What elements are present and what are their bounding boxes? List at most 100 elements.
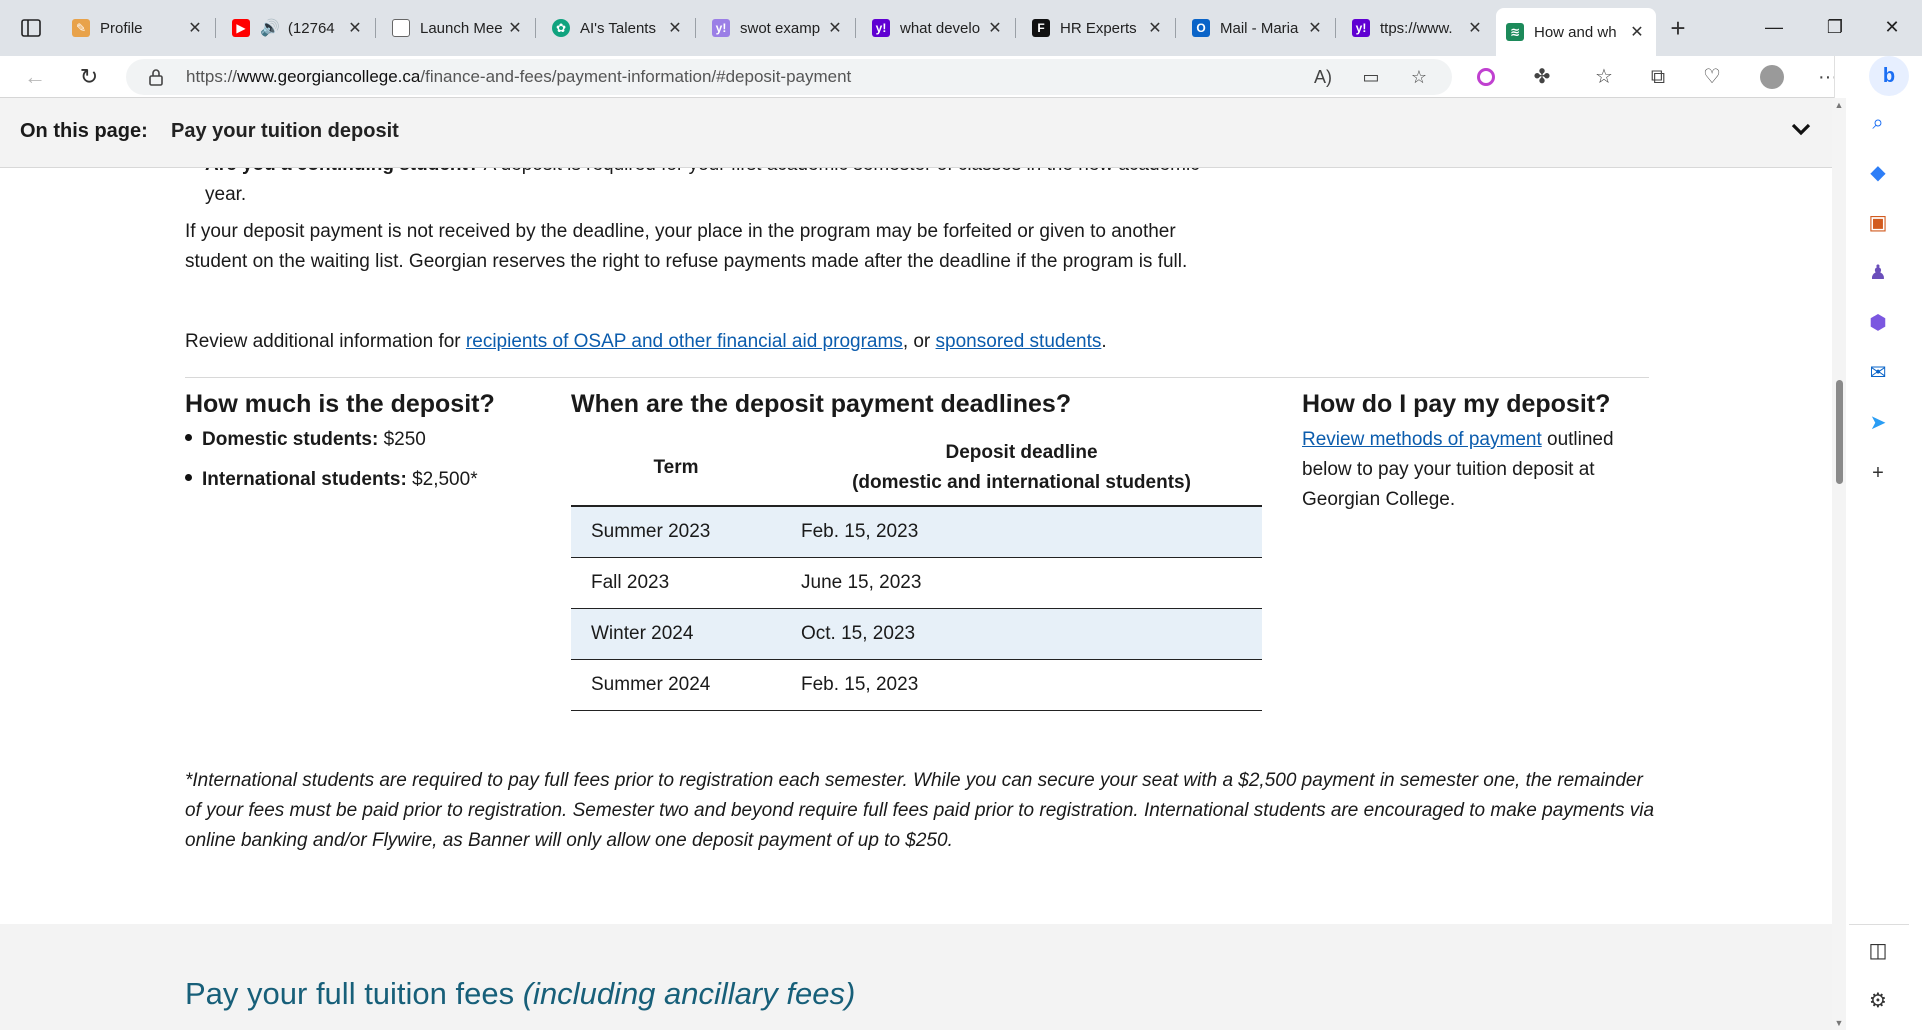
tab-hr-experts[interactable]: F HR Experts ✕ — [1022, 12, 1176, 44]
chevron-down-icon[interactable] — [1788, 116, 1814, 142]
edge-sidebar: b ⌕ ◆ ▣ ♟ ⬢ ✉ ➤ + ◫ ⚙ — [1834, 56, 1922, 1030]
tab-ai-talents[interactable]: ✿ AI's Talents ✕ — [542, 12, 696, 44]
shopping-tag-icon[interactable]: ◆ — [1863, 158, 1893, 188]
microsoft-365-icon[interactable]: ⬢ — [1863, 308, 1893, 338]
scroll-down-icon[interactable]: ▼ — [1832, 1018, 1846, 1028]
on-this-page-label: On this page: — [20, 120, 148, 142]
browser-essentials-icon[interactable]: ♡ — [1696, 61, 1728, 93]
tab-title: (12764 — [287, 19, 335, 37]
deadlines-heading: When are the deposit payment deadlines? — [571, 390, 1072, 418]
methods-of-payment-link[interactable]: Review methods of payment — [1302, 429, 1542, 450]
tab-title: swot examp — [740, 19, 821, 37]
document-icon — [392, 19, 410, 37]
scroll-up-icon[interactable]: ▲ — [1832, 100, 1846, 110]
tab-what-develo[interactable]: y! what develo ✕ — [862, 12, 1016, 44]
tab-title: AI's Talents — [580, 19, 656, 37]
url-text[interactable]: https://www.georgiancollege.ca/finance-a… — [186, 67, 851, 87]
close-tab-icon[interactable]: ✕ — [1306, 18, 1324, 38]
close-tab-icon[interactable]: ✕ — [1628, 22, 1646, 42]
immersive-reader-icon[interactable]: ▭ — [1358, 65, 1384, 89]
hide-sidebar-icon[interactable]: ◫ — [1863, 936, 1893, 966]
international-footnote: *International students are required to … — [185, 770, 1655, 851]
sidebar-settings-icon[interactable]: ⚙ — [1863, 986, 1893, 1016]
how-to-pay-text: Review methods of payment outlined below… — [1302, 429, 1614, 510]
web-page: On this page: Pay your tuition deposit A… — [0, 98, 1832, 1030]
tab-youtube[interactable]: ▶ 🔊 (12764 ✕ — [222, 12, 376, 44]
yahoo-icon: y! — [712, 19, 730, 37]
restore-icon[interactable]: ❐ — [1815, 12, 1855, 42]
forbes-icon: F — [1032, 19, 1050, 37]
speaker-icon[interactable]: 🔊 — [260, 18, 280, 38]
close-tab-icon[interactable]: ✕ — [826, 18, 844, 38]
how-to-pay-heading: How do I pay my deposit? — [1302, 390, 1611, 418]
youtube-icon: ▶ — [232, 19, 250, 37]
close-tab-icon[interactable]: ✕ — [1466, 18, 1484, 38]
close-window-icon[interactable]: ✕ — [1872, 12, 1912, 42]
tab-how-and-wh[interactable]: ≋ How and wh ✕ — [1496, 8, 1656, 56]
tab-title: what develo — [900, 19, 981, 37]
extensions-icon[interactable]: ✤ — [1526, 61, 1558, 93]
table-row: Fall 2023 June 15, 2023 — [571, 557, 1262, 609]
tab-swot[interactable]: y! swot examp ✕ — [702, 12, 856, 44]
table-row: Summer 2024 Feb. 15, 2023 — [571, 659, 1262, 711]
deadlines-table: Term Deposit deadline (domestic and inter… — [571, 430, 1262, 711]
back-icon[interactable]: ← — [18, 60, 52, 94]
column-header-deadline: Deposit deadline (domestic and internatio… — [781, 430, 1262, 507]
sponsored-students-link[interactable]: sponsored students — [936, 331, 1102, 352]
page-scrollbar[interactable]: ▲ ▼ — [1832, 98, 1846, 1030]
tab-strip: ✎ Profile ✕ ▶ 🔊 (12764 ✕ Launch Mee ✕ ✿ … — [0, 0, 1922, 56]
search-icon[interactable]: ⌕ — [1863, 108, 1893, 138]
openai-icon: ✿ — [552, 19, 570, 37]
profile-avatar[interactable] — [1756, 61, 1788, 93]
close-tab-icon[interactable]: ✕ — [986, 18, 1004, 38]
on-this-page-value[interactable]: Pay your tuition deposit — [171, 120, 399, 143]
yahoo-icon: y! — [1352, 19, 1370, 37]
refresh-icon[interactable]: ↻ — [72, 60, 106, 94]
close-tab-icon[interactable]: ✕ — [346, 18, 364, 38]
tab-profile[interactable]: ✎ Profile ✕ — [62, 12, 216, 44]
list-item: Domestic students: $250 — [185, 425, 426, 455]
favorite-star-icon[interactable]: ☆ — [1406, 65, 1432, 89]
tab-mail[interactable]: O Mail - Maria ✕ — [1182, 12, 1336, 44]
full-fees-section: Pay your full tuition fees (including an… — [0, 924, 1832, 1030]
tab-title: ttps://www. — [1380, 19, 1453, 37]
address-bar[interactable]: https://www.georgiancollege.ca/finance-a… — [126, 59, 1452, 95]
minimize-icon[interactable]: — — [1754, 12, 1794, 42]
list-item: International students: $2,500* — [185, 465, 478, 495]
deposit-amount-heading: How much is the deposit? — [185, 390, 495, 418]
forfeit-paragraph: If your deposit payment is not received … — [185, 221, 1188, 272]
tab-launch[interactable]: Launch Mee ✕ — [382, 12, 536, 44]
add-sidebar-app-icon[interactable]: + — [1863, 458, 1893, 488]
favorites-icon[interactable]: ☆ — [1588, 61, 1620, 93]
on-this-page-bar[interactable]: On this page: Pay your tuition deposit — [0, 98, 1832, 168]
bing-copilot-icon[interactable]: b — [1869, 56, 1909, 96]
osap-link[interactable]: recipients of OSAP and other financial a… — [466, 331, 903, 352]
lock-icon[interactable] — [148, 68, 164, 86]
georgian-icon: ≋ — [1506, 23, 1524, 41]
scrollbar-thumb[interactable] — [1836, 380, 1843, 484]
full-fees-heading: Pay your full tuition fees (including an… — [185, 976, 856, 1011]
close-tab-icon[interactable]: ✕ — [506, 18, 524, 38]
tools-icon[interactable]: ▣ — [1863, 208, 1893, 238]
games-icon[interactable]: ♟ — [1863, 258, 1893, 288]
close-tab-icon[interactable]: ✕ — [666, 18, 684, 38]
close-tab-icon[interactable]: ✕ — [186, 18, 204, 38]
telegram-icon[interactable]: ➤ — [1863, 408, 1893, 438]
color-extension-icon[interactable] — [1470, 61, 1502, 93]
tab-ttps[interactable]: y! ttps://www. ✕ — [1342, 12, 1494, 44]
yahoo-icon: y! — [872, 19, 890, 37]
tab-title: Mail - Maria — [1220, 19, 1299, 37]
tab-title: HR Experts — [1060, 19, 1137, 37]
profile-page-icon: ✎ — [72, 19, 90, 37]
outlook-icon[interactable]: ✉ — [1863, 358, 1893, 388]
navigation-toolbar: ← ↻ https://www.georgiancollege.ca/finan… — [0, 56, 1922, 98]
table-row: Winter 2024 Oct. 15, 2023 — [571, 608, 1262, 660]
tab-title: Profile — [100, 19, 143, 37]
tab-actions-menu-icon[interactable] — [14, 16, 48, 40]
new-tab-icon[interactable]: + — [1663, 14, 1693, 44]
collections-icon[interactable]: ⧉ — [1642, 61, 1674, 93]
close-tab-icon[interactable]: ✕ — [1146, 18, 1164, 38]
table-row: Summer 2023 Feb. 15, 2023 — [571, 506, 1262, 558]
read-aloud-icon[interactable]: A) — [1310, 65, 1336, 89]
column-header-term: Term — [571, 430, 781, 507]
